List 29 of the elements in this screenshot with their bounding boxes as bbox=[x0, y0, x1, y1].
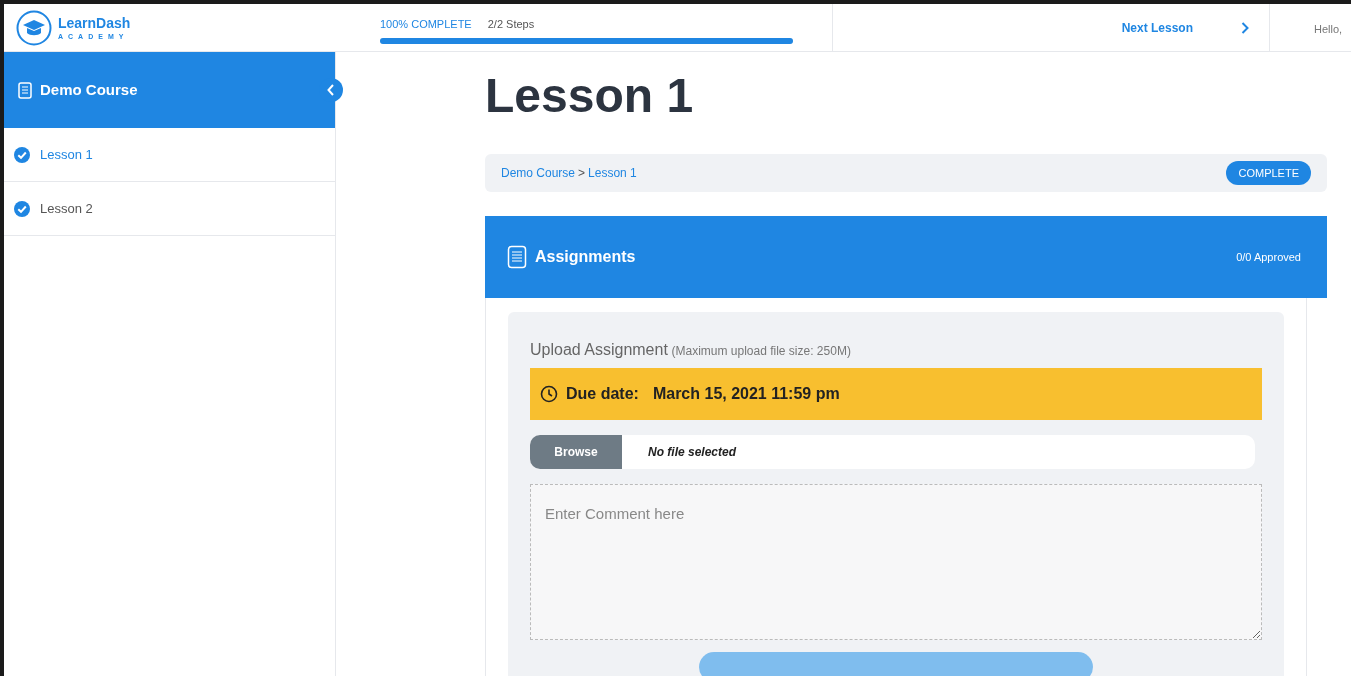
progress-steps: 2/2 Steps bbox=[487, 18, 535, 30]
browse-button[interactable]: Browse bbox=[530, 435, 622, 469]
file-status: No file selected bbox=[648, 444, 737, 461]
document-icon bbox=[507, 245, 527, 269]
clock-icon bbox=[540, 385, 558, 403]
breadcrumb-link[interactable]: Demo Course bbox=[501, 166, 576, 181]
greeting-text: Hello, bbox=[1313, 22, 1343, 37]
comment-field[interactable]: Enter Comment here bbox=[530, 484, 1262, 640]
assignments-title: Assignments bbox=[535, 247, 636, 267]
due-date-value: March 15, 2021 11:59 pm bbox=[652, 384, 840, 404]
chevron-right-icon[interactable] bbox=[1241, 21, 1249, 34]
file-input[interactable]: Browse No file selected bbox=[530, 435, 1255, 469]
next-lesson-link[interactable]: Next Lesson bbox=[1121, 18, 1193, 37]
breadcrumb-link[interactable]: Lesson 1 bbox=[588, 166, 637, 181]
logo-name: LearnDash bbox=[58, 15, 131, 30]
progress-label: 100% COMPLETE bbox=[380, 18, 472, 30]
lesson-item[interactable]: Lesson 1 bbox=[4, 128, 335, 182]
breadcrumb-separator: > bbox=[578, 166, 586, 181]
lesson-item[interactable]: Lesson 2 bbox=[4, 182, 335, 236]
course-title: Demo Course bbox=[40, 79, 138, 100]
status-badge: COMPLETE bbox=[1226, 160, 1311, 186]
upload-title: Upload Assignment bbox=[530, 341, 668, 358]
upload-size-note: (Maximum upload file size: 250M) bbox=[671, 344, 851, 358]
document-icon bbox=[18, 81, 32, 99]
due-date-label: Due date: bbox=[566, 384, 639, 404]
lesson-title: Lesson 1 bbox=[485, 72, 695, 120]
logo-icon bbox=[16, 9, 52, 46]
approved-count: 0/0 Approved bbox=[1236, 249, 1301, 265]
chevron-left-icon bbox=[327, 84, 335, 96]
